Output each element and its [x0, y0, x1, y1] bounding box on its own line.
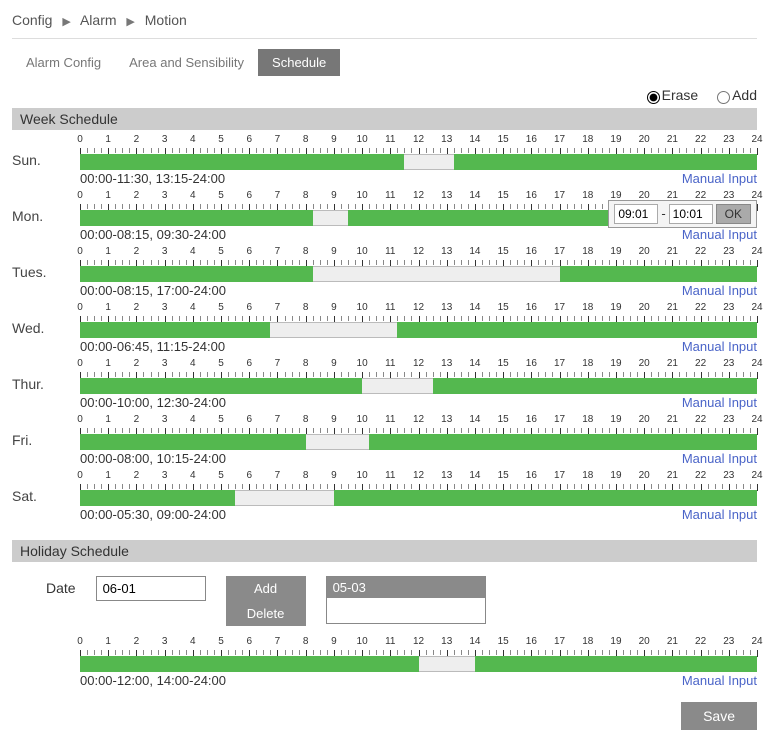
mode-erase[interactable]: Erase: [642, 87, 699, 103]
schedule-bar-4[interactable]: [80, 378, 757, 394]
ruler: 0123456789101112131415161718192021222324: [80, 302, 757, 316]
day-label: Sun.: [12, 134, 80, 168]
manual-to-input[interactable]: [669, 204, 713, 224]
holiday-date-item[interactable]: 05-03: [327, 577, 485, 598]
date-label: Date: [46, 576, 76, 596]
radio-erase[interactable]: [647, 91, 660, 104]
schedule-ranges: 00:00-08:00, 10:15-24:00: [80, 451, 226, 466]
tab-area-sensibility[interactable]: Area and Sensibility: [115, 49, 258, 76]
manual-input-popup: - OK: [608, 200, 757, 228]
schedule-ranges: 00:00-05:30, 09:00-24:00: [80, 507, 226, 522]
crumb-motion: Motion: [145, 12, 187, 28]
day-row-6: Sat. 01234567891011121314151617181920212…: [12, 470, 757, 522]
ruler: 0123456789101112131415161718192021222324: [80, 636, 757, 650]
crumb-config[interactable]: Config: [12, 12, 52, 28]
day-label: Thur.: [12, 358, 80, 392]
crumb-alarm[interactable]: Alarm: [80, 12, 117, 28]
breadcrumb: Config ▶ Alarm ▶ Motion: [12, 8, 757, 39]
day-row-3: Wed. 01234567891011121314151617181920212…: [12, 302, 757, 354]
day-row-4: Thur. 0123456789101112131415161718192021…: [12, 358, 757, 410]
day-label: Wed.: [12, 302, 80, 336]
week-schedule-header: Week Schedule: [12, 108, 757, 130]
holiday-date-list[interactable]: 05-03: [326, 576, 486, 624]
manual-input-link[interactable]: Manual Input: [682, 283, 757, 298]
holiday-schedule-header: Holiday Schedule: [12, 540, 757, 562]
date-input[interactable]: [96, 576, 206, 601]
ruler: 0123456789101112131415161718192021222324: [80, 134, 757, 148]
ruler: 0123456789101112131415161718192021222324: [80, 414, 757, 428]
chevron-right-icon: ▶: [62, 16, 70, 28]
day-row-5: Fri. 01234567891011121314151617181920212…: [12, 414, 757, 466]
day-label: Sat.: [12, 470, 80, 504]
schedule-ranges: 00:00-08:15, 17:00-24:00: [80, 283, 226, 298]
schedule-bar-2[interactable]: [80, 266, 757, 282]
manual-input-link[interactable]: Manual Input: [682, 451, 757, 466]
holiday-delete-button[interactable]: Delete: [226, 601, 306, 626]
manual-input-link[interactable]: Manual Input: [682, 171, 757, 186]
schedule-ranges: 00:00-10:00, 12:30-24:00: [80, 395, 226, 410]
mode-add[interactable]: Add: [712, 87, 757, 103]
manual-input-link[interactable]: Manual Input: [682, 507, 757, 522]
day-label: Fri.: [12, 414, 80, 448]
schedule-ranges: 00:00-08:15, 09:30-24:00: [80, 227, 226, 242]
day-row-2: Tues. 0123456789101112131415161718192021…: [12, 246, 757, 298]
day-row-0: Sun. 01234567891011121314151617181920212…: [12, 134, 757, 186]
manual-input-link[interactable]: Manual Input: [682, 395, 757, 410]
schedule-bar-6[interactable]: [80, 490, 757, 506]
schedule-bar-holiday[interactable]: [80, 656, 757, 672]
schedule-ranges: 00:00-11:30, 13:15-24:00: [80, 171, 225, 186]
manual-ok-button[interactable]: OK: [716, 204, 751, 224]
save-button[interactable]: Save: [681, 702, 757, 730]
day-label: Mon.: [12, 190, 80, 224]
tabs: Alarm Config Area and Sensibility Schedu…: [12, 49, 757, 76]
day-label: Tues.: [12, 246, 80, 280]
day-row-1: Mon. - OK 012345678910111213141516171819…: [12, 190, 757, 242]
ruler: 0123456789101112131415161718192021222324: [80, 470, 757, 484]
mode-row: Erase Add: [12, 86, 757, 104]
manual-input-link[interactable]: Manual Input: [682, 673, 757, 688]
schedule-bar-0[interactable]: [80, 154, 757, 170]
holiday-add-button[interactable]: Add: [226, 576, 306, 601]
manual-input-link[interactable]: Manual Input: [682, 339, 757, 354]
schedule-bar-3[interactable]: [80, 322, 757, 338]
schedule-ranges: 00:00-12:00, 14:00-24:00: [80, 673, 226, 688]
ruler: 0123456789101112131415161718192021222324: [80, 246, 757, 260]
schedule-ranges: 00:00-06:45, 11:15-24:00: [80, 339, 225, 354]
tab-schedule[interactable]: Schedule: [258, 49, 340, 76]
schedule-bar-5[interactable]: [80, 434, 757, 450]
radio-add[interactable]: [717, 91, 730, 104]
manual-from-input[interactable]: [614, 204, 658, 224]
holiday-controls: Date Add Delete 05-03: [12, 576, 757, 626]
tab-alarm-config[interactable]: Alarm Config: [12, 49, 115, 76]
ruler: 0123456789101112131415161718192021222324: [80, 358, 757, 372]
manual-input-link[interactable]: Manual Input: [682, 227, 757, 242]
chevron-right-icon: ▶: [126, 16, 134, 28]
